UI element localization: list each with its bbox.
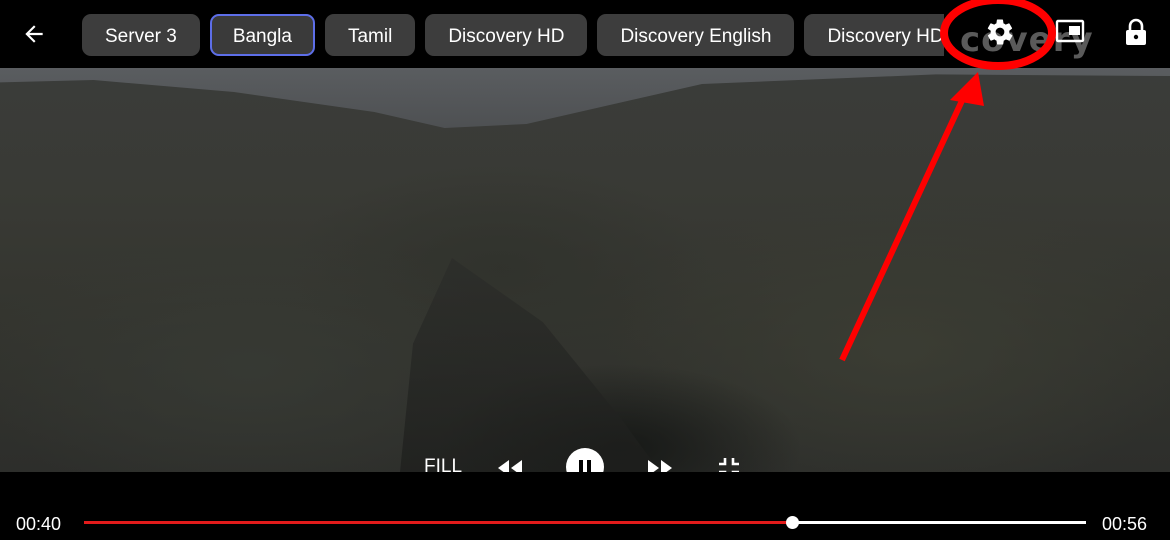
top-bar: Server 3 Bangla Tamil Discovery HD Disco…	[0, 0, 1170, 68]
lock-button[interactable]	[1118, 14, 1154, 50]
back-button[interactable]	[14, 14, 54, 54]
current-time: 00:40	[16, 514, 62, 534]
picture-in-picture-button[interactable]	[1052, 14, 1088, 50]
seek-bar-area: 00:40 00:56	[0, 472, 1170, 540]
seek-bar[interactable]	[84, 516, 1086, 529]
tab-discovery-hd-bangla[interactable]: Discovery HD Bangla	[804, 14, 944, 56]
tab-tamil[interactable]: Tamil	[324, 14, 416, 56]
back-arrow-icon	[25, 25, 43, 43]
seek-thumb[interactable]	[786, 516, 800, 529]
settings-button[interactable]	[980, 12, 1020, 52]
seek-bar-played	[84, 521, 793, 524]
tab-bangla[interactable]: Bangla	[209, 14, 315, 56]
tab-server-3[interactable]: Server 3	[82, 14, 200, 56]
video-ridge	[400, 258, 660, 472]
duration-time: 00:56	[1102, 514, 1148, 534]
channel-tabs: Server 3 Bangla Tamil Discovery HD Disco…	[82, 14, 944, 56]
lock-icon	[1126, 18, 1146, 45]
video-sky	[0, 68, 1170, 128]
gear-icon	[987, 19, 1013, 45]
video-frame[interactable]	[0, 68, 1170, 472]
picture-in-picture-icon	[1055, 19, 1085, 43]
tab-discovery-hd[interactable]: Discovery HD	[425, 14, 588, 56]
tab-discovery-english[interactable]: Discovery English	[597, 14, 795, 56]
